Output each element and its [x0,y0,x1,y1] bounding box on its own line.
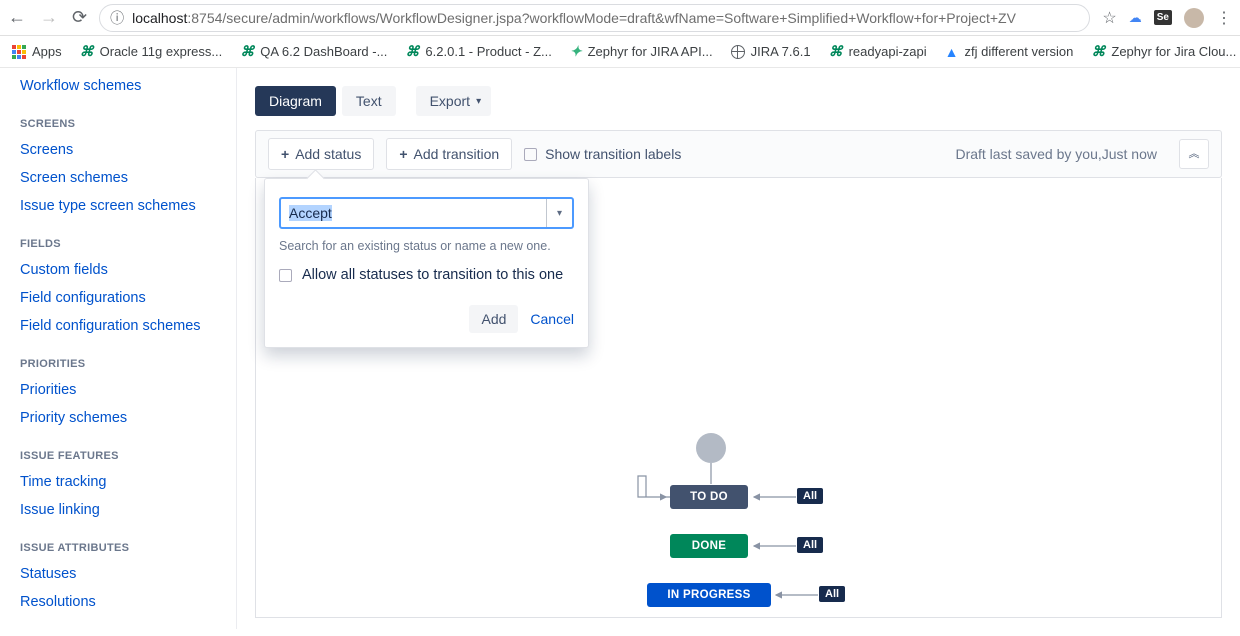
sidebar-item-priority-schemes[interactable]: Priority schemes [20,404,216,432]
profile-avatar[interactable] [1184,8,1204,28]
combo-dropdown-button[interactable]: ▾ [546,199,572,227]
checkbox-icon[interactable] [279,269,292,282]
sidebar-head-issue-features: ISSUE FEATURES [20,432,216,468]
url-host: localhost [132,10,187,26]
back-button[interactable]: ← [8,7,26,28]
workflow-canvas[interactable]: Accept ▾ Search for an existing status o… [255,178,1222,618]
add-status-popover: Accept ▾ Search for an existing status o… [264,178,589,348]
bookmark-star-icon[interactable]: ☆ [1102,8,1116,28]
popover-add-button[interactable]: Add [469,305,518,333]
bookmark-zcloud[interactable]: ⌘Zephyr for Jira Clou... [1091,43,1236,60]
sidebar-item-issue-linking[interactable]: Issue linking [20,496,216,524]
draft-status-text: Draft last saved by you,Just now [955,146,1157,162]
sidebar-item-screen-schemes[interactable]: Screen schemes [20,164,216,192]
bookmark-apps[interactable]: Apps [12,44,62,59]
chrome-menu-icon[interactable]: ⋮ [1216,8,1232,28]
atlassian-icon: ▲ [945,44,959,60]
status-node-done[interactable]: DONE [670,534,748,558]
all-badge-todo[interactable]: All [797,488,823,504]
sidebar-item-field-configs[interactable]: Field configurations [20,284,216,312]
reload-button[interactable]: ⟳ [72,7,87,28]
apps-icon [12,45,26,59]
extension-icon[interactable]: ☁ [1129,10,1142,26]
bookmark-readyapi[interactable]: ⌘readyapi-zapi [829,43,927,60]
popover-cancel-link[interactable]: Cancel [530,311,574,327]
sidebar-head-priorities: PRIORITIES [20,340,216,376]
bookmark-jira[interactable]: JIRA 7.6.1 [731,44,811,59]
address-bar[interactable]: ⓘ localhost:8754/secure/admin/workflows/… [99,4,1090,32]
sidebar-head-screens: SCREENS [20,100,216,136]
bookmark-qa[interactable]: ⌘QA 6.2 DashBoard -... [240,43,387,60]
workflow-designer: Diagram Text Export ▾ + Add status + Add… [237,68,1240,629]
add-status-button[interactable]: + Add status [268,138,374,170]
allow-all-transitions-check[interactable]: Allow all statuses to transition to this… [279,267,574,283]
tab-diagram[interactable]: Diagram [255,86,336,116]
site-info-icon[interactable]: ⓘ [110,8,124,28]
bookmarks-bar: Apps ⌘Oracle 11g express... ⌘QA 6.2 Dash… [0,36,1240,68]
selenium-extension-icon[interactable]: Se [1154,10,1172,25]
url-path: :8754/secure/admin/workflows/WorkflowDes… [187,10,1016,26]
zephyr-icon: ⌘ [829,43,843,60]
zephyr-icon: ⌘ [405,43,419,60]
chevron-down-icon: ▾ [557,208,562,219]
export-button[interactable]: Export ▾ [416,86,492,116]
status-name-input[interactable]: Accept [281,199,546,227]
zephyr-icon: ✦ [570,43,582,60]
all-badge-done[interactable]: All [797,537,823,553]
sidebar-item-resolutions[interactable]: Resolutions [20,588,216,616]
sidebar-head-issue-attrs: ISSUE ATTRIBUTES [20,524,216,560]
sidebar-head-fields: FIELDS [20,220,216,256]
bookmark-zfj[interactable]: ▲zfj different version [945,44,1074,60]
all-badge-in-progress[interactable]: All [819,586,845,602]
double-chevron-up-icon: ︽ [1189,150,1200,158]
zephyr-icon: ⌘ [80,43,94,60]
start-node[interactable] [696,433,726,463]
sidebar-item-workflow-schemes[interactable]: Workflow schemes [20,72,216,100]
sidebar-item-issue-type-screen-schemes[interactable]: Issue type screen schemes [20,192,216,220]
collapse-panel-button[interactable]: ︽ [1179,139,1209,169]
zephyr-icon: ⌘ [240,43,254,60]
forward-button[interactable]: → [40,7,58,28]
zephyr-icon: ⌘ [1091,43,1105,60]
browser-toolbar: ← → ⟳ ⓘ localhost:8754/secure/admin/work… [0,0,1240,36]
sidebar-item-statuses[interactable]: Statuses [20,560,216,588]
checkbox-icon[interactable] [524,148,537,161]
chevron-down-icon: ▾ [476,96,481,107]
sidebar-item-priorities[interactable]: Priorities [20,376,216,404]
plus-icon: + [281,146,289,162]
status-node-in-progress[interactable]: IN PROGRESS [647,583,771,607]
tab-text[interactable]: Text [342,86,396,116]
bookmark-zephyr-api[interactable]: ✦Zephyr for JIRA API... [570,43,713,60]
bookmark-product[interactable]: ⌘6.2.0.1 - Product - Z... [405,43,551,60]
sidebar-item-time-tracking[interactable]: Time tracking [20,468,216,496]
status-node-todo[interactable]: TO DO [670,485,748,509]
sidebar-item-custom-fields[interactable]: Custom fields [20,256,216,284]
show-transition-labels-check[interactable]: Show transition labels [524,146,681,162]
designer-toolbar: + Add status + Add transition Show trans… [255,130,1222,178]
globe-icon [731,45,745,59]
sidebar-item-screens[interactable]: Screens [20,136,216,164]
add-transition-button[interactable]: + Add transition [386,138,512,170]
admin-sidebar: Workflow schemes SCREENS Screens Screen … [0,68,237,629]
status-help-text: Search for an existing status or name a … [279,239,574,253]
plus-icon: + [399,146,407,162]
bookmark-oracle[interactable]: ⌘Oracle 11g express... [80,43,223,60]
sidebar-item-field-config-schemes[interactable]: Field configuration schemes [20,312,216,340]
status-name-combo[interactable]: Accept ▾ [279,197,574,229]
